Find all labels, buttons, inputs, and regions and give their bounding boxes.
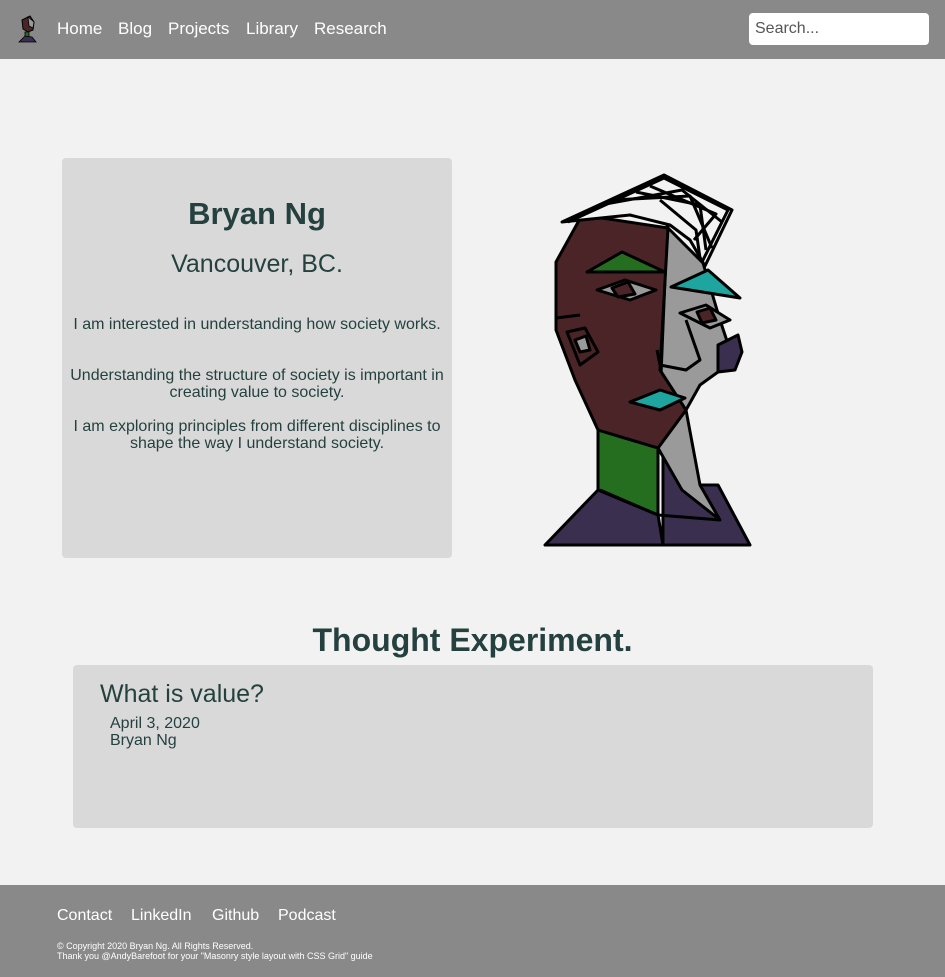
nav-blog[interactable]: Blog (118, 19, 152, 39)
footer-contact-link[interactable]: Contact (57, 907, 112, 925)
bio-paragraph-3: I am exploring principles from different… (73, 418, 441, 452)
bio-paragraph-1: I am interested in understanding how soc… (73, 316, 441, 333)
thanks-line: Thank you @AndyBarefoot for your "Masonr… (57, 951, 373, 961)
copyright-text: © Copyright 2020 Bryan Ng. All Rights Re… (57, 941, 373, 961)
footer: Contact LinkedIn Github Podcast © Copyri… (0, 885, 945, 977)
bio-paragraph-2: Understanding the structure of society i… (70, 367, 444, 401)
cubist-portrait-illustration (543, 173, 752, 547)
footer-podcast-link[interactable]: Podcast (278, 907, 336, 925)
profile-name: Bryan Ng (188, 196, 326, 231)
navbar: Home Blog Projects Library Research (0, 0, 945, 59)
profile-card: Bryan Ng Vancouver, BC. I am interested … (62, 158, 452, 558)
footer-github-link[interactable]: Github (212, 907, 259, 925)
search-input[interactable] (749, 13, 929, 45)
footer-linkedin-link[interactable]: LinkedIn (131, 907, 192, 925)
copyright-line: © Copyright 2020 Bryan Ng. All Rights Re… (57, 941, 254, 951)
avatar-logo-icon[interactable] (16, 14, 38, 44)
post-author: Bryan Ng (110, 732, 177, 749)
post-title[interactable]: What is value? (100, 680, 264, 709)
nav-home[interactable]: Home (57, 19, 102, 39)
nav-projects[interactable]: Projects (168, 19, 229, 39)
section-title: Thought Experiment. (312, 622, 633, 658)
profile-location: Vancouver, BC. (171, 250, 343, 278)
post-date: April 3, 2020 (110, 715, 200, 732)
nav-research[interactable]: Research (314, 19, 387, 39)
nav-library[interactable]: Library (246, 19, 298, 39)
post-card[interactable]: What is value? April 3, 2020 Bryan Ng (73, 665, 873, 828)
